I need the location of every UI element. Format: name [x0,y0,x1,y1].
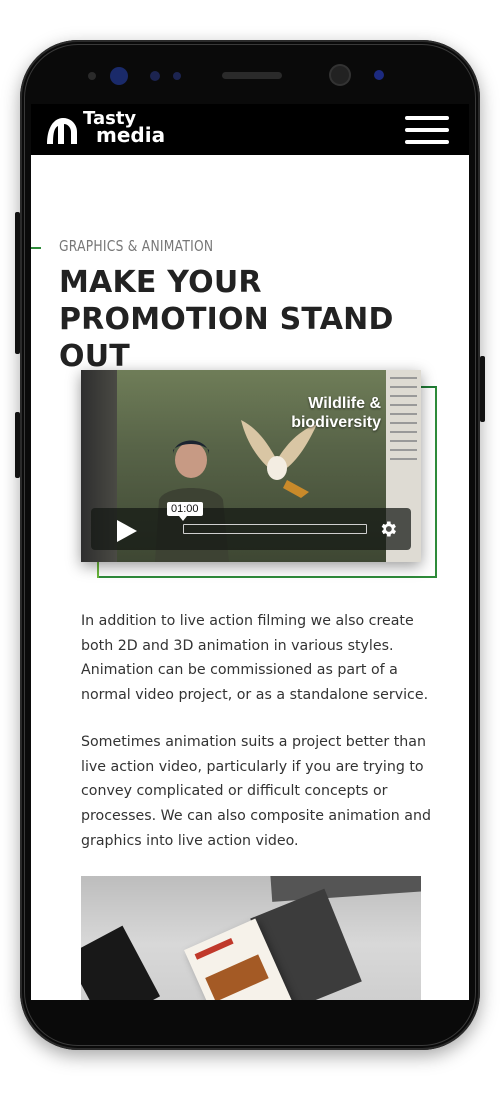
earpiece-speaker [222,72,282,79]
section-eyebrow: GRAPHICS & ANIMATION [59,237,214,255]
sensor-icon [173,72,181,80]
logo-icon[interactable] [41,110,81,150]
video-player[interactable]: Wildlife & biodiversity 01:00 [81,370,421,562]
sensor-icon [110,67,128,85]
power-button [480,356,485,422]
video-title: Wildlife & biodiversity [291,395,381,431]
brochure-shape [81,925,161,1000]
sensor-icon [88,72,96,80]
logo-line2: media [96,123,166,147]
sensor-icon [150,71,160,81]
section-accent-line [31,247,41,249]
page-heading: MAKE YOUR PROMOTION STAND OUT [59,265,394,374]
video-controls: 01:00 [91,502,411,550]
bixby-button [15,412,20,478]
volume-button [15,212,20,354]
screen: Tasty media GRAPHICS & ANIMATION MAKE YO… [31,104,469,1000]
front-camera-icon [331,66,349,84]
content-paragraph: Sometimes animation suits a project bett… [81,734,431,849]
video-timeline[interactable] [183,524,367,534]
gear-icon[interactable] [378,519,398,539]
play-icon[interactable] [117,520,137,542]
hamburger-menu-icon[interactable] [405,116,449,144]
video-time-tooltip: 01:00 [167,502,203,521]
site-header: Tasty media [31,104,469,155]
sensor-icon [374,70,384,80]
brochure-shape [270,876,421,902]
content-paragraph: In addition to live action filming we al… [81,613,429,704]
print-materials-image [81,876,421,1000]
logo-wordmark[interactable]: Tasty media [83,110,166,147]
